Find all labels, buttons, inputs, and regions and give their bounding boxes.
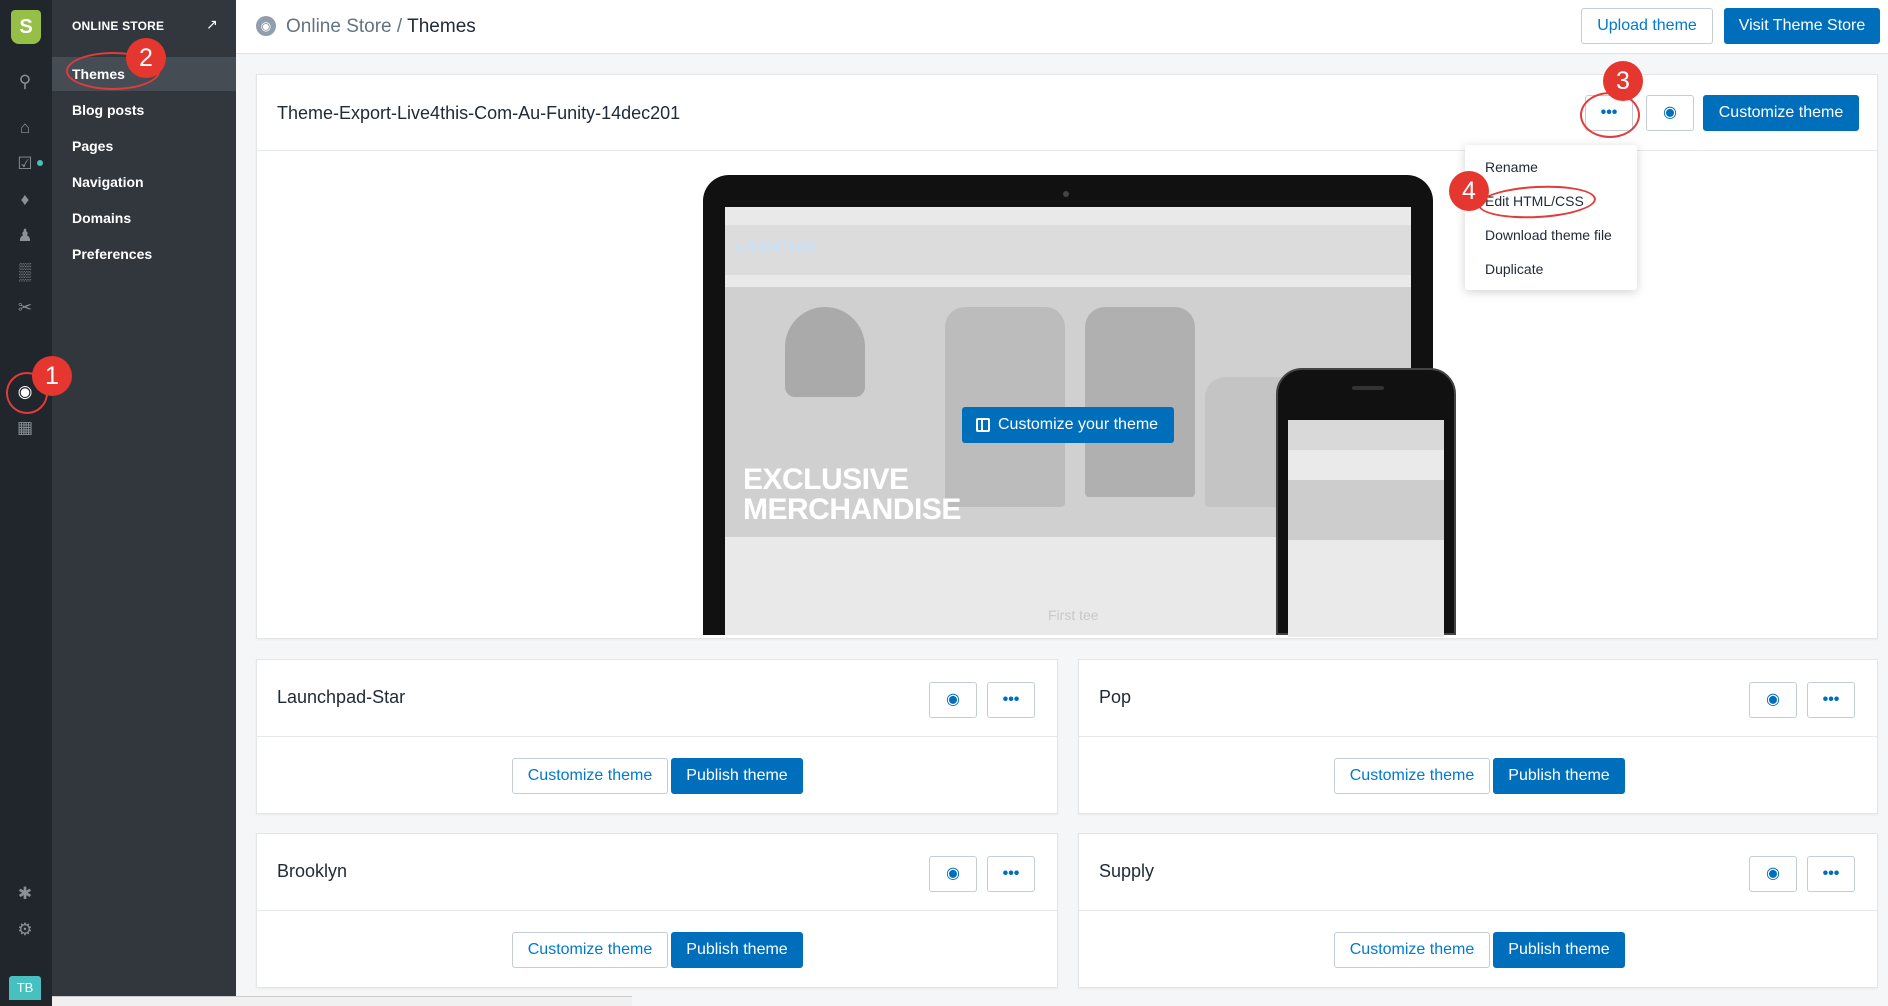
sidebar-header: ONLINE STORE: [72, 19, 165, 33]
annotation-badge-1: 1: [32, 356, 72, 396]
card-divider: [1079, 910, 1877, 911]
menu-item-duplicate[interactable]: Duplicate: [1485, 261, 1543, 277]
top-bar: ◉ Online Store / Themes Upload theme Vis…: [236, 0, 1888, 54]
sidebar-item-pages[interactable]: Pages: [52, 129, 236, 163]
preview-eye-icon[interactable]: ◉: [929, 856, 977, 892]
customize-your-theme-button[interactable]: Customize your theme: [962, 407, 1174, 443]
phone-preview-hero: [1288, 480, 1444, 540]
theme-card-launchpad-star: Launchpad-Star ◉ ••• Customize theme Pub…: [256, 659, 1058, 814]
theme-card-pop: Pop ◉ ••• Customize theme Publish theme: [1078, 659, 1878, 814]
shopify-logo-icon[interactable]: S: [11, 10, 41, 44]
avatar[interactable]: TB: [9, 976, 41, 1000]
customize-your-theme-label: Customize your theme: [998, 416, 1159, 433]
phone-preview: [1276, 368, 1456, 637]
external-link-icon[interactable]: ↗: [206, 16, 218, 33]
online-store-breadcrumb-icon: ◉: [256, 16, 276, 36]
layout-icon: [976, 418, 990, 432]
preview-hoodie-graphic: [1085, 307, 1195, 497]
menu-item-download-theme-file[interactable]: Download theme file: [1485, 227, 1612, 243]
preview-store-logo: LIVE4THIS: [735, 239, 816, 256]
theme-name: Launchpad-Star: [277, 687, 406, 707]
orders-icon[interactable]: ☑: [13, 152, 37, 176]
settings-icon[interactable]: ⚙: [13, 918, 37, 942]
breadcrumb-parent[interactable]: Online Store: [286, 16, 392, 37]
annotation-badge-4: 4: [1449, 171, 1489, 211]
apps-icon[interactable]: ✱: [13, 882, 37, 906]
theme-actions-menu: Rename Edit HTML/CSS Download theme file…: [1465, 145, 1637, 290]
upload-theme-button[interactable]: Upload theme: [1581, 8, 1713, 44]
phone-speaker: [1352, 386, 1384, 390]
menu-item-rename[interactable]: Rename: [1485, 159, 1538, 175]
browser-status-bar: [52, 996, 632, 1006]
theme-card-supply: Supply ◉ ••• Customize theme Publish the…: [1078, 833, 1878, 988]
theme-name: Brooklyn: [277, 861, 348, 881]
annotation-badge-2: 2: [126, 38, 166, 78]
theme-name: Pop: [1099, 687, 1132, 707]
sidebar-item-blog-posts[interactable]: Blog posts: [52, 93, 236, 127]
publish-theme-button[interactable]: Publish theme: [1493, 758, 1625, 794]
preview-skull-graphic: [785, 307, 865, 397]
notification-dot: [37, 160, 43, 166]
publish-theme-button[interactable]: Publish theme: [671, 932, 803, 968]
customize-theme-button[interactable]: Customize theme: [1334, 932, 1490, 968]
theme-name: Supply: [1099, 861, 1155, 881]
customize-theme-button[interactable]: Customize theme: [1334, 758, 1490, 794]
products-icon[interactable]: ♦: [13, 188, 37, 212]
publish-theme-button[interactable]: Publish theme: [1493, 932, 1625, 968]
card-divider: [1079, 736, 1877, 737]
customize-theme-button[interactable]: Customize theme: [512, 932, 668, 968]
online-store-sidebar: ONLINE STORE ↗ Themes Blog posts Pages N…: [52, 0, 236, 1006]
preview-hero-text: EXCLUSIVE MERCHANDISE: [743, 465, 961, 525]
icon-rail: S ⚲ ⌂ ☑ ♦ ♟ ▒ ✂ ◉ ▦ ✱ ⚙ TB: [0, 0, 52, 1006]
analytics-icon[interactable]: ▒: [13, 260, 37, 284]
publish-theme-button[interactable]: Publish theme: [671, 758, 803, 794]
discounts-icon[interactable]: ✂: [13, 296, 37, 320]
visit-theme-store-button[interactable]: Visit Theme Store: [1724, 8, 1880, 44]
current-theme-preview-eye-icon[interactable]: ◉: [1646, 95, 1694, 131]
more-actions-button[interactable]: •••: [1807, 682, 1855, 718]
preview-store-nav: [725, 225, 1411, 275]
preview-hero-line-2: MERCHANDISE: [743, 493, 961, 526]
home-icon[interactable]: ⌂: [13, 116, 37, 140]
current-theme-name: Theme-Export-Live4this-Com-Au-Funity-14d…: [277, 103, 681, 123]
customers-icon[interactable]: ♟: [13, 224, 37, 248]
preview-eye-icon[interactable]: ◉: [1749, 856, 1797, 892]
search-icon[interactable]: ⚲: [13, 70, 37, 94]
phone-screen: [1288, 420, 1444, 637]
breadcrumb-separator: /: [396, 16, 403, 37]
preview-hero-line-1: EXCLUSIVE: [743, 463, 909, 496]
page-title: Themes: [407, 16, 476, 37]
more-actions-button[interactable]: •••: [987, 856, 1035, 892]
annotation-badge-3: 3: [1603, 61, 1643, 101]
preview-eye-icon[interactable]: ◉: [1749, 682, 1797, 718]
laptop-camera: [1063, 191, 1069, 197]
more-actions-button[interactable]: •••: [987, 682, 1035, 718]
sidebar-item-navigation[interactable]: Navigation: [52, 165, 236, 199]
customize-theme-button[interactable]: Customize theme: [512, 758, 668, 794]
breadcrumb: Online Store / Themes: [286, 16, 476, 38]
preview-footer-text: First tee: [1048, 607, 1099, 623]
sidebar-item-domains[interactable]: Domains: [52, 201, 236, 235]
card-divider: [257, 910, 1057, 911]
preview-eye-icon[interactable]: ◉: [929, 682, 977, 718]
sales-channel-icon[interactable]: ▦: [13, 416, 37, 440]
card-divider: [257, 736, 1057, 737]
theme-card-brooklyn: Brooklyn ◉ ••• Customize theme Publish t…: [256, 833, 1058, 988]
sidebar-item-preferences[interactable]: Preferences: [52, 237, 236, 271]
more-actions-button[interactable]: •••: [1807, 856, 1855, 892]
phone-preview-nav: [1288, 420, 1444, 450]
current-theme-customize-button[interactable]: Customize theme: [1703, 95, 1859, 131]
